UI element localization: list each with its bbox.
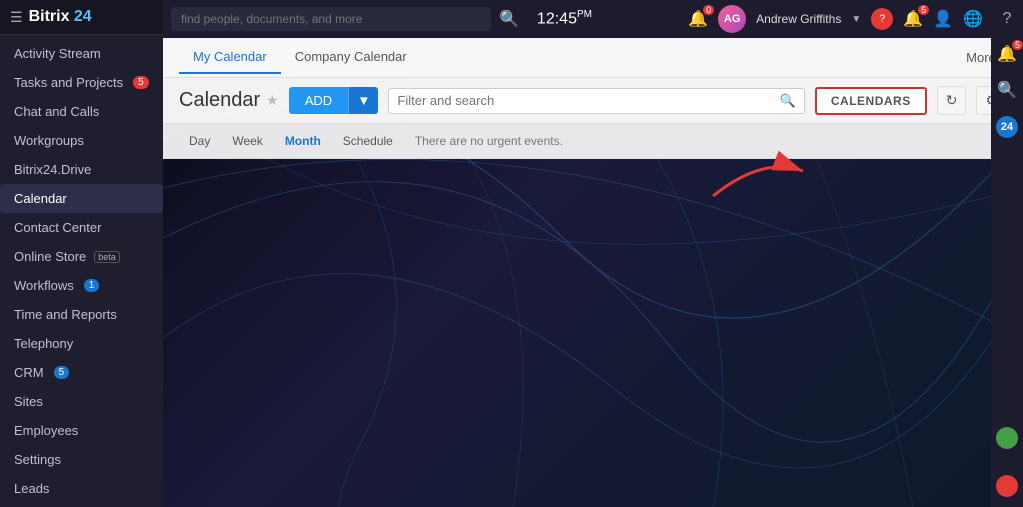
top-icons: 🔔 0 AG Andrew Griffiths ▼ ? 🔔 5 👤 🌐 12	[688, 5, 1015, 33]
filter-bar: 🔍	[388, 88, 804, 114]
calendar-tabs: My Calendar Company Calendar More +	[163, 38, 1023, 78]
calendars-button[interactable]: CALENDARS	[815, 87, 927, 115]
topbar: 🔍 12:45PM 🔔 0 AG Andrew Griffiths ▼ ? 🔔 …	[163, 0, 1023, 38]
sidebar-item-workgroups[interactable]: Workgroups	[0, 126, 163, 155]
filter-input[interactable]	[397, 93, 779, 108]
sidebar-badge-tasks-projects: 5	[133, 76, 149, 89]
sidebar-item-online-store[interactable]: Online Storebeta	[0, 242, 163, 271]
beta-tag-online-store: beta	[94, 251, 120, 263]
calendar-content: My Calendar Company Calendar More + Cale…	[163, 38, 1023, 507]
right-panel-help-icon[interactable]: ?	[1003, 10, 1012, 28]
logo: Bitrix 24	[29, 8, 92, 26]
no-urgent-text: There are no urgent events.	[415, 134, 563, 148]
notifications-icon[interactable]: 🔔 0	[688, 9, 708, 29]
sidebar-item-telephony[interactable]: Telephony	[0, 329, 163, 358]
add-dropdown-button[interactable]: ▼	[348, 87, 378, 114]
calendar-toolbar: Calendar ★ ADD ▼ 🔍 CALENDARS ↻ ⚙	[163, 78, 1023, 124]
clock: 12:45PM	[537, 9, 592, 28]
calendar-title: Calendar ★	[179, 89, 279, 112]
sidebar-badge-crm: 5	[54, 366, 70, 379]
view-tab-day[interactable]: Day	[179, 130, 220, 152]
sidebar-item-chat-calls[interactable]: Chat and Calls	[0, 97, 163, 126]
sidebar-item-crm[interactable]: CRM5	[0, 358, 163, 387]
sidebar-item-time-reports[interactable]: Time and Reports	[0, 300, 163, 329]
sidebar-item-leads[interactable]: Leads	[0, 474, 163, 503]
add-button-group: ADD ▼	[289, 87, 379, 114]
sidebar-item-contact-center[interactable]: Contact Center	[0, 213, 163, 242]
globe-icon[interactable]: 🌐	[963, 9, 983, 29]
user-icon[interactable]: 👤	[933, 9, 953, 29]
tab-my-calendar[interactable]: My Calendar	[179, 41, 281, 74]
sidebar-item-bitrix24-drive[interactable]: Bitrix24.Drive	[0, 155, 163, 184]
right-panel-green-badge[interactable]	[996, 427, 1018, 449]
sidebar-item-settings[interactable]: Settings	[0, 445, 163, 474]
hamburger-icon[interactable]: ☰	[10, 9, 23, 26]
avatar[interactable]: AG	[718, 5, 746, 33]
sidebar-item-calendar[interactable]: Calendar	[0, 184, 163, 213]
sidebar-item-employees[interactable]: Employees	[0, 416, 163, 445]
view-tabs: Day Week Month Schedule There are no urg…	[163, 124, 1023, 159]
sidebar-item-tasks-projects[interactable]: Tasks and Projects5	[0, 68, 163, 97]
alert-count: 5	[918, 5, 929, 15]
sidebar-item-sites[interactable]: Sites	[0, 387, 163, 416]
sidebar-badge-workflows: 1	[84, 279, 100, 292]
tab-company-calendar[interactable]: Company Calendar	[281, 41, 421, 74]
view-tab-month[interactable]: Month	[275, 130, 331, 152]
sidebar-header: ☰ Bitrix 24	[0, 0, 163, 35]
notif-badge: 0	[703, 5, 714, 15]
username-label: Andrew Griffiths	[756, 12, 841, 26]
dropdown-arrow-icon[interactable]: ▼	[851, 14, 861, 25]
right-panel-count-badge[interactable]: 24	[996, 116, 1018, 138]
right-panel-bell-icon[interactable]: 🔔 5	[997, 44, 1017, 64]
main-area: 🔍 12:45PM 🔔 0 AG Andrew Griffiths ▼ ? 🔔 …	[163, 0, 1023, 507]
right-panel-search-icon[interactable]: 🔍	[997, 80, 1017, 100]
refresh-icon-button[interactable]: ↻	[937, 86, 967, 115]
sidebar-item-activity-stream[interactable]: Activity Stream	[0, 39, 163, 68]
add-button[interactable]: ADD	[289, 87, 348, 114]
sidebar-nav: Activity StreamTasks and Projects5Chat a…	[0, 35, 163, 507]
view-tab-schedule[interactable]: Schedule	[333, 130, 403, 152]
view-tab-week[interactable]: Week	[222, 130, 272, 152]
filter-search-icon: 🔍	[780, 93, 796, 109]
sidebar: ☰ Bitrix 24 Activity StreamTasks and Pro…	[0, 0, 163, 507]
star-icon[interactable]: ★	[266, 92, 279, 109]
alert-icon[interactable]: 🔔 5	[903, 9, 923, 29]
right-panel: ? 🔔 5 🔍 24	[991, 0, 1023, 507]
sidebar-item-workflows[interactable]: Workflows1	[0, 271, 163, 300]
search-input[interactable]	[171, 7, 491, 31]
search-icon[interactable]: 🔍	[499, 9, 519, 29]
right-panel-red-badge[interactable]	[996, 475, 1018, 497]
sidebar-item-crm-analytics[interactable]: CRM Analyticsbeta	[0, 503, 163, 507]
help-icon[interactable]: ?	[871, 8, 893, 30]
